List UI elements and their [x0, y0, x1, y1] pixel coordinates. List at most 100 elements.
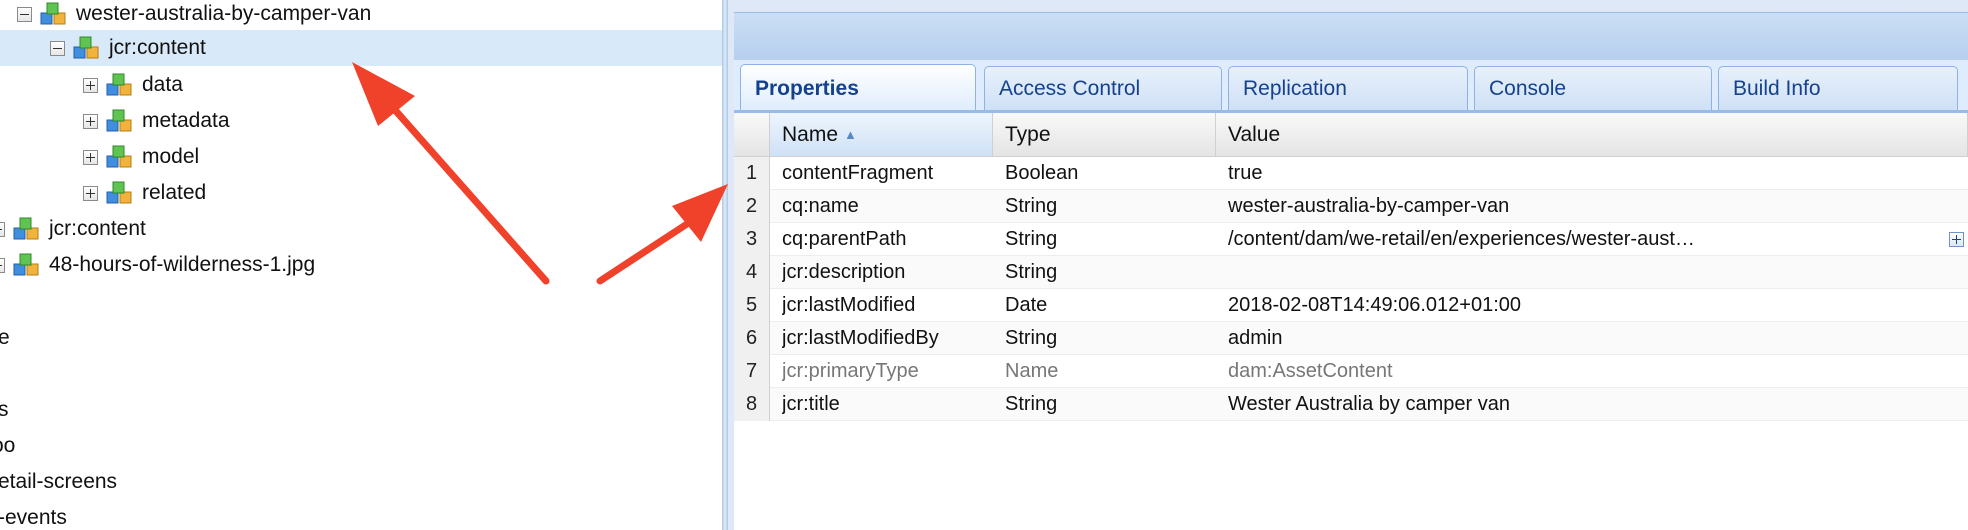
repository-tree: wester-australia-by-camper-van jcr:conte… [0, 0, 722, 530]
tab-label: Properties [755, 76, 859, 100]
tree-node-label-partial[interactable]: -events [0, 506, 67, 530]
sort-asc-icon: ▲ [844, 127, 857, 142]
row-number: 6 [734, 322, 770, 355]
property-type: String [1005, 393, 1058, 415]
column-header-type[interactable]: Type [993, 113, 1216, 157]
collapse-icon[interactable] [50, 40, 65, 56]
expand-icon[interactable] [0, 221, 5, 237]
row-number: 4 [734, 256, 770, 289]
property-value: dam:AssetContent [1228, 360, 1393, 382]
tab-console[interactable]: Console [1474, 66, 1712, 110]
tree-node-label-partial[interactable]: etail-screens [0, 470, 117, 494]
property-row[interactable]: 8 jcr:title String Wester Australia by c… [734, 388, 1968, 421]
tab-label: Console [1489, 76, 1567, 100]
tree-node-label-partial[interactable]: oo [0, 434, 15, 458]
tab-bar: Properties Access Control Replication Co… [734, 60, 1968, 112]
tree-node[interactable]: wester-australia-by-camper-van [17, 0, 717, 32]
property-name: jcr:primaryType [782, 360, 919, 382]
column-header-label: Type [1005, 122, 1051, 146]
property-value: admin [1228, 327, 1283, 349]
property-value [1228, 256, 1698, 289]
expand-icon[interactable] [83, 149, 98, 165]
expand-value-icon[interactable] [1949, 232, 1964, 247]
tree-node-label: jcr:content [109, 36, 206, 59]
jcr-node-icon [40, 2, 66, 25]
expand-icon[interactable] [83, 113, 98, 129]
expand-icon[interactable] [83, 77, 98, 93]
property-name: jcr:title [782, 393, 840, 415]
row-number: 7 [734, 355, 770, 388]
tab-label: Access Control [999, 76, 1141, 100]
property-row[interactable]: 6 jcr:lastModifiedBy String admin [734, 322, 1968, 355]
tree-node[interactable]: metadata [83, 103, 230, 139]
column-header-value[interactable]: Value [1216, 113, 1968, 157]
tree-node-label: metadata [142, 109, 230, 132]
tree-node-selected[interactable]: jcr:content [0, 30, 722, 66]
panel-header [734, 12, 1968, 62]
property-type: String [1005, 228, 1058, 250]
tree-node-label: model [142, 145, 200, 168]
tab-access-control[interactable]: Access Control [984, 66, 1222, 110]
property-type: Date [1005, 294, 1048, 316]
property-value: wester-australia-by-camper-van [1228, 195, 1510, 217]
jcr-node-icon [13, 253, 39, 276]
row-number-header [734, 113, 770, 157]
jcr-node-icon [106, 181, 132, 204]
column-header-name[interactable]: Name ▲ [770, 113, 993, 157]
jcr-node-icon [106, 73, 132, 96]
tab-build-info[interactable]: Build Info [1718, 66, 1958, 110]
property-name: contentFragment [782, 162, 934, 184]
property-type: Boolean [1005, 162, 1079, 184]
tab-replication[interactable]: Replication [1228, 66, 1468, 110]
property-value: /content/dam/we-retail/en/experiences/we… [1228, 228, 1698, 250]
expand-icon[interactable] [0, 257, 5, 273]
property-row[interactable]: 3 cq:parentPath String /content/dam/we-r… [734, 223, 1968, 256]
property-type: String [1005, 195, 1058, 217]
tree-node[interactable]: data [83, 67, 183, 103]
tree-node-label-partial[interactable]: e [0, 326, 10, 350]
tree-node-label-partial[interactable]: s [0, 398, 9, 422]
tree-node[interactable]: model [83, 139, 199, 175]
row-number: 2 [734, 190, 770, 223]
jcr-node-icon [73, 36, 99, 59]
jcr-node-icon [13, 217, 39, 240]
tab-properties[interactable]: Properties [740, 64, 976, 112]
property-name: jcr:lastModified [782, 294, 916, 316]
row-number: 3 [734, 223, 770, 256]
property-name: cq:name [782, 195, 859, 217]
property-row[interactable]: 2 cq:name String wester-australia-by-cam… [734, 190, 1968, 223]
tree-node-label: related [142, 181, 207, 204]
properties-grid: Name ▲ Type Value 1 contentFragment Bool… [734, 113, 1968, 530]
tree-node[interactable]: related [83, 175, 206, 211]
property-name: jcr:lastModifiedBy [782, 327, 939, 349]
expand-icon[interactable] [83, 185, 98, 201]
property-row[interactable]: 5 jcr:lastModified Date 2018-02-08T14:49… [734, 289, 1968, 322]
tree-node[interactable]: jcr:content [0, 211, 146, 247]
property-name: jcr:description [782, 261, 906, 283]
collapse-icon[interactable] [17, 6, 32, 22]
property-value: Wester Australia by camper van [1228, 393, 1510, 415]
property-value: true [1228, 162, 1263, 184]
tree-node-label: 48-hours-of-wilderness-1.jpg [49, 253, 316, 276]
tree-node-label: wester-australia-by-camper-van [76, 2, 372, 25]
tree-node-label: jcr:content [49, 217, 146, 240]
tree-node[interactable]: 48-hours-of-wilderness-1.jpg [0, 247, 315, 283]
column-header-label: Value [1228, 122, 1281, 146]
properties-panel: Properties Access Control Replication Co… [728, 0, 1968, 530]
row-number: 8 [734, 388, 770, 421]
column-header-label: Name [782, 122, 839, 146]
row-number: 5 [734, 289, 770, 322]
property-row[interactable]: 7 jcr:primaryType Name dam:AssetContent [734, 355, 1968, 388]
property-type: String [1005, 261, 1058, 283]
property-type: Name [1005, 360, 1059, 382]
tab-label: Build Info [1733, 76, 1821, 100]
property-row[interactable]: 4 jcr:description String [734, 256, 1968, 289]
property-row[interactable]: 1 contentFragment Boolean true [734, 157, 1968, 190]
property-value: 2018-02-08T14:49:06.012+01:00 [1228, 294, 1522, 316]
property-name: cq:parentPath [782, 228, 907, 250]
row-number: 1 [734, 157, 770, 190]
jcr-node-icon [106, 109, 132, 132]
property-type: String [1005, 327, 1058, 349]
tree-node-label: data [142, 73, 183, 96]
jcr-node-icon [106, 145, 132, 168]
